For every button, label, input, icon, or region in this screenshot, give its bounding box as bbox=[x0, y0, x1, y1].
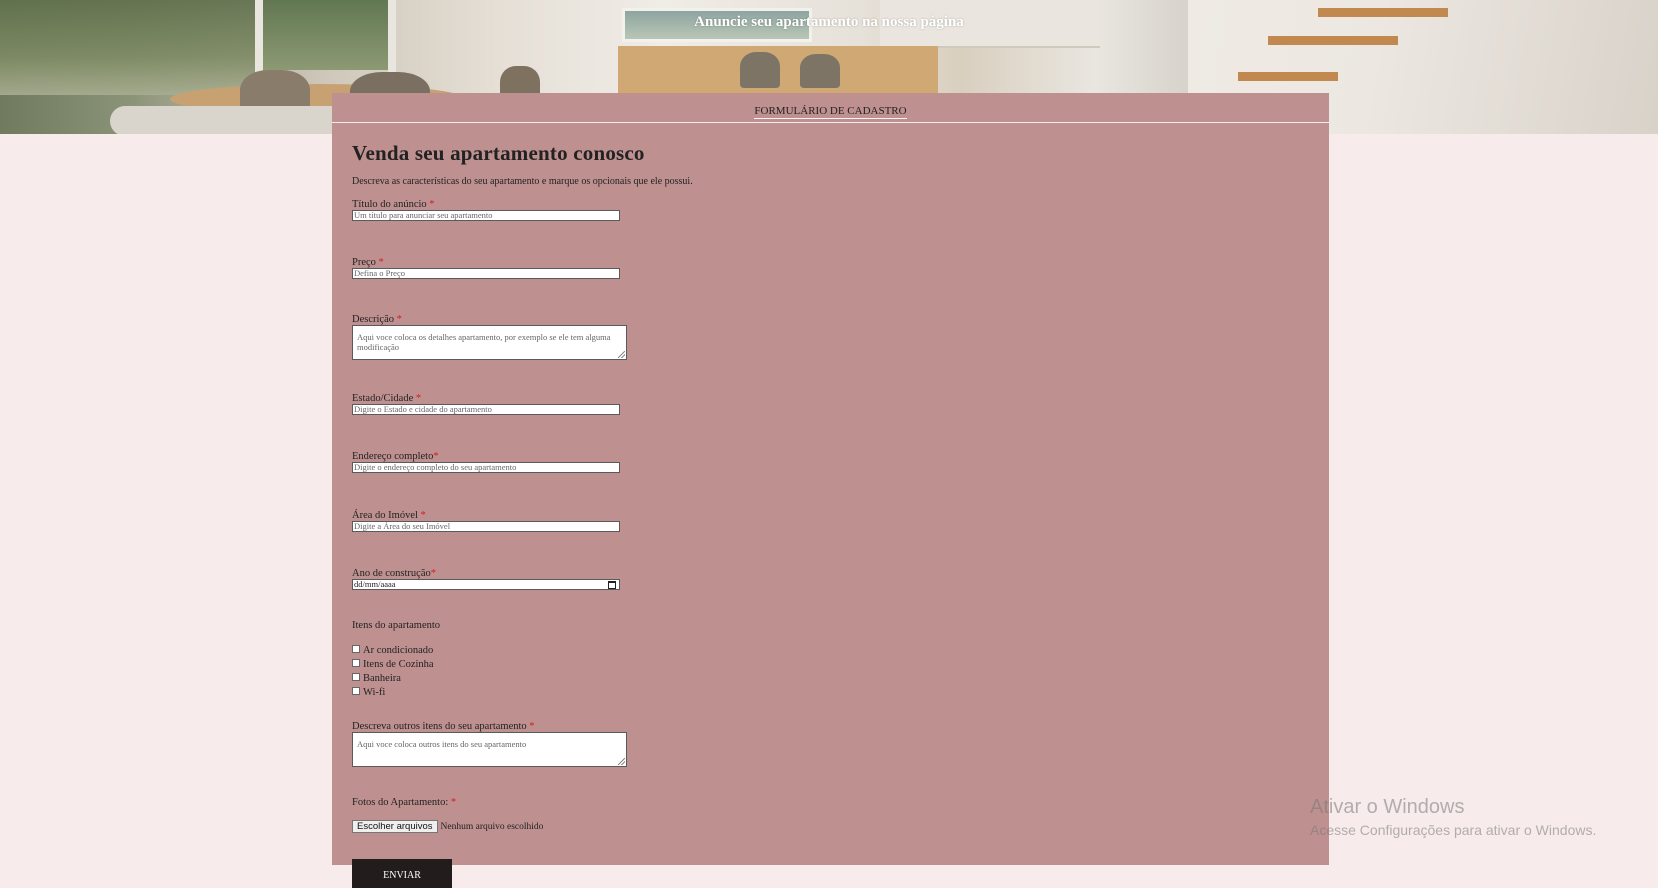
checkbox[interactable] bbox=[352, 659, 360, 667]
label-preco: Preço bbox=[352, 257, 376, 268]
field-endereco: Endereço completo* Digite o endereço com… bbox=[352, 451, 1309, 473]
resize-grip-icon[interactable] bbox=[618, 351, 625, 358]
checkbox-item[interactable]: Wi-fi bbox=[352, 685, 1309, 699]
label-area: Área do Imóvel bbox=[352, 510, 418, 521]
checkbox-label: Wi-fi bbox=[363, 686, 386, 698]
checkbox[interactable] bbox=[352, 687, 360, 695]
form-panel: FORMULÁRIO DE CADASTRO Venda seu apartam… bbox=[332, 93, 1329, 888]
label-titulo: Título do anúncio bbox=[352, 199, 427, 210]
required-mark: * bbox=[529, 721, 535, 732]
label-estado: Estado/Cidade bbox=[352, 393, 414, 404]
descricao-textarea[interactable]: Aqui voce coloca os detalhes apartamento… bbox=[352, 325, 627, 360]
resize-grip-icon[interactable] bbox=[618, 758, 625, 765]
estado-input[interactable]: Digite o Estado e cidade do apartamento bbox=[352, 404, 620, 415]
form-intro: Descreva as características do seu apart… bbox=[352, 176, 693, 187]
checkbox-item[interactable]: Ar condicionado bbox=[352, 643, 1309, 657]
label-outros: Descreva outros itens do seu apartamento bbox=[352, 721, 527, 732]
field-outros: Descreva outros itens do seu apartamento… bbox=[352, 721, 1309, 767]
checkbox-label: Ar condicionado bbox=[363, 644, 434, 656]
area-input[interactable]: Digite a Área do seu Imóvel bbox=[352, 521, 620, 532]
form-content: Venda seu apartamento conosco Descreva a… bbox=[332, 123, 1329, 888]
calendar-icon[interactable] bbox=[608, 581, 616, 589]
label-descricao: Descrição bbox=[352, 314, 394, 325]
required-mark: * bbox=[433, 451, 439, 462]
windows-activation-watermark: Ativar o Windows Acesse Configurações pa… bbox=[1310, 796, 1596, 838]
field-estado: Estado/Cidade * Digite o Estado e cidade… bbox=[352, 393, 1309, 415]
nav-link-cadastro[interactable]: FORMULÁRIO DE CADASTRO bbox=[754, 105, 907, 119]
field-fotos: Fotos do Apartamento: * Escolher arquivo… bbox=[352, 797, 1309, 833]
file-picker: Escolher arquivos Nenhum arquivo escolhi… bbox=[352, 820, 1309, 833]
required-mark: * bbox=[415, 393, 422, 404]
required-mark: * bbox=[420, 510, 426, 521]
watermark-line2: Acesse Configurações para ativar o Windo… bbox=[1310, 822, 1597, 838]
hero-window-left-2 bbox=[262, 0, 390, 70]
submit-button[interactable]: ENVIAR bbox=[352, 859, 452, 888]
checkbox[interactable] bbox=[352, 673, 360, 681]
ano-date-input[interactable]: dd/mm/aaaa bbox=[352, 579, 620, 590]
label-ano: Ano de construção bbox=[352, 568, 431, 579]
checkbox-item[interactable]: Banheira bbox=[352, 671, 1309, 685]
required-mark: * bbox=[450, 797, 457, 808]
choose-files-button[interactable]: Escolher arquivos bbox=[352, 820, 438, 833]
items-title: Itens do apartamento bbox=[352, 620, 441, 631]
ano-date-placeholder: dd/mm/aaaa bbox=[354, 579, 396, 589]
checkbox-item[interactable]: Itens de Cozinha bbox=[352, 657, 1309, 671]
required-mark: * bbox=[378, 257, 384, 268]
checkbox[interactable] bbox=[352, 645, 360, 653]
descricao-placeholder: Aqui voce coloca os detalhes apartamento… bbox=[357, 332, 611, 352]
field-area: Área do Imóvel * Digite a Área do seu Im… bbox=[352, 510, 1309, 532]
items-checklist: Ar condicionado Itens de Cozinha Banheir… bbox=[352, 643, 1309, 699]
form-heading: Venda seu apartamento conosco bbox=[352, 141, 645, 165]
label-fotos: Fotos do Apartamento: bbox=[352, 797, 449, 808]
field-preco: Preço * Defina o Preço bbox=[352, 257, 1309, 279]
label-endereco: Endereço completo bbox=[352, 451, 434, 462]
hero-title: Anuncie seu apartamento na nossa página bbox=[694, 14, 964, 30]
required-mark: * bbox=[429, 199, 435, 210]
preco-input[interactable]: Defina o Preço bbox=[352, 268, 620, 279]
titulo-input[interactable]: Um título para anunciar seu apartamento bbox=[352, 210, 620, 221]
required-mark: * bbox=[396, 314, 402, 325]
outros-placeholder: Aqui voce coloca outros itens do seu apa… bbox=[357, 739, 527, 749]
field-descricao: Descrição * Aqui voce coloca os detalhes… bbox=[352, 314, 1309, 360]
outros-textarea[interactable]: Aqui voce coloca outros itens do seu apa… bbox=[352, 732, 627, 767]
checkbox-label: Itens de Cozinha bbox=[363, 658, 434, 670]
form-nav: FORMULÁRIO DE CADASTRO bbox=[332, 93, 1329, 123]
checkbox-label: Banheira bbox=[363, 672, 401, 684]
endereco-input[interactable]: Digite o endereço completo do seu aparta… bbox=[352, 462, 620, 473]
field-ano: Ano de construção* dd/mm/aaaa bbox=[352, 568, 1309, 590]
required-mark: * bbox=[430, 568, 436, 579]
field-titulo: Título do anúncio * Um título para anunc… bbox=[352, 199, 1309, 221]
file-status: Nenhum arquivo escolhido bbox=[440, 821, 544, 832]
watermark-line1: Ativar o Windows bbox=[1310, 796, 1465, 818]
